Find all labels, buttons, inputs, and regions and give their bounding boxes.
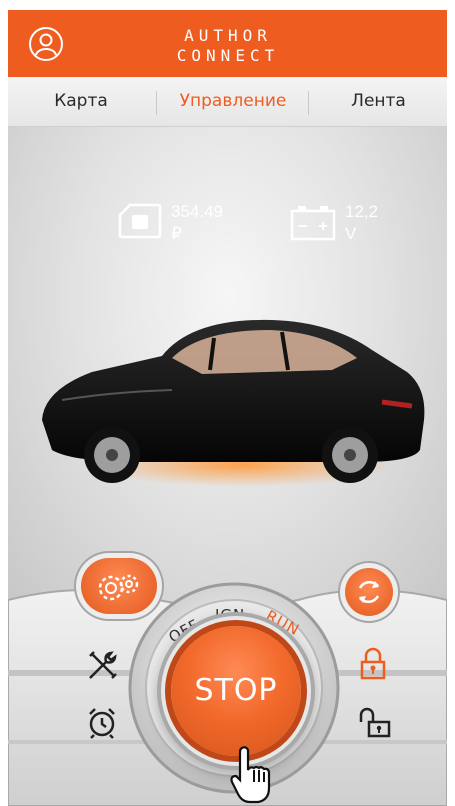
battery-icon: [290, 206, 336, 241]
refresh-icon: [358, 581, 380, 603]
balance-readout: 354.49 ₽: [171, 202, 251, 246]
user-icon[interactable]: [28, 26, 64, 62]
battery-unit: V: [345, 224, 357, 243]
svg-text:AUTHOR: AUTHOR: [184, 26, 272, 45]
lock-open-icon[interactable]: [357, 704, 393, 740]
battery-value: 12,2: [345, 202, 379, 221]
battery-readout: 12,2 V: [345, 202, 405, 246]
svg-text:CONNECT: CONNECT: [177, 46, 279, 65]
tab-divider: [308, 91, 309, 115]
refresh-button[interactable]: [345, 568, 393, 616]
hand-pointer-icon: [230, 746, 271, 804]
settings-gears-icon: [98, 574, 139, 601]
balance-value: 354.49: [171, 202, 223, 221]
tab-map[interactable]: Карта: [8, 77, 154, 127]
app-header: AUTHOR CONNECT: [8, 10, 447, 77]
lock-closed-icon[interactable]: [355, 646, 391, 682]
tab-feed[interactable]: Лента: [310, 77, 447, 127]
alarm-clock-icon[interactable]: [84, 704, 120, 740]
car-image: [42, 319, 425, 487]
tools-icon[interactable]: [84, 648, 120, 684]
balance-unit: ₽: [171, 224, 182, 243]
app-frame: AUTHOR CONNECT Карта Управление Лента 35…: [8, 10, 447, 806]
settings-button[interactable]: [81, 558, 157, 614]
tab-divider: [156, 91, 157, 115]
sim-card-icon: [118, 203, 162, 239]
ignition-ign-label[interactable]: IGN: [215, 606, 245, 624]
tab-control[interactable]: Управление: [158, 77, 308, 127]
stop-button[interactable]: STOP: [171, 626, 301, 756]
app-logo: AUTHOR CONNECT: [177, 26, 279, 65]
tab-bar: Карта Управление Лента: [8, 77, 447, 127]
